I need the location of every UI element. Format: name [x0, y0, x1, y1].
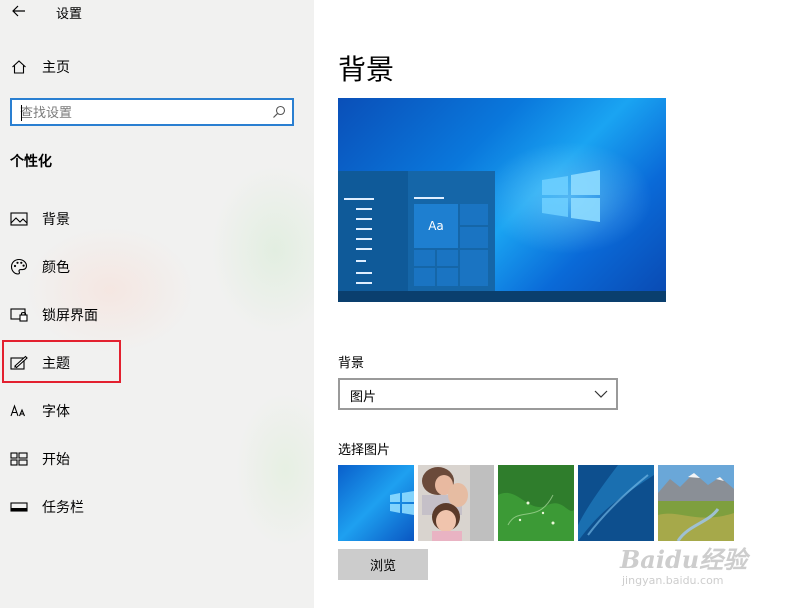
thumbnail-mountain-valley[interactable] — [658, 465, 734, 541]
watermark-logo-text: Baidu经验 — [620, 545, 748, 574]
preview-tile — [414, 268, 435, 286]
sidebar-item-themes[interactable]: 主题 — [0, 343, 314, 383]
preview-group-header — [414, 197, 444, 199]
palette-icon — [10, 258, 28, 276]
preview-start-menu: Aa — [338, 171, 495, 291]
app-title: 设置 — [56, 7, 83, 22]
sidebar-item-label: 背景 — [42, 212, 70, 228]
search-box[interactable] — [10, 98, 294, 126]
select-value: 图片 — [350, 390, 377, 405]
browse-button[interactable]: 浏览 — [338, 549, 428, 580]
thumbnail-green-aerial[interactable] — [498, 465, 574, 541]
text-caret — [21, 105, 22, 121]
windows-logo-icon — [542, 170, 600, 222]
font-icon — [10, 402, 28, 420]
theme-brush-icon — [10, 354, 28, 372]
section-title: 个性化 — [10, 154, 52, 170]
sidebar-item-label: 开始 — [42, 452, 70, 468]
picture-icon — [10, 210, 28, 228]
preview-tile-aa: Aa — [414, 204, 458, 248]
preview-tile — [437, 268, 458, 286]
preview-list-lines — [344, 198, 374, 284]
preview-tile — [414, 250, 435, 266]
preview-tile — [460, 250, 488, 286]
home-icon — [10, 58, 28, 76]
preview-tile-text: Aa — [428, 219, 444, 233]
sidebar-item-label: 主题 — [42, 356, 70, 372]
sidebar: 设置 主页 个性化 背景 — [0, 0, 314, 608]
sidebar-item-colors[interactable]: 颜色 — [0, 247, 314, 287]
preview-tile — [437, 250, 458, 266]
watermark: Baidu经验 jingyan.baidu.com — [612, 540, 772, 600]
page-title: 背景 — [338, 53, 395, 86]
back-button[interactable] — [8, 0, 30, 22]
main-content: 背景 Aa 背景 图片 选择图片 浏览 Baidu经验 jingyan.baid… — [314, 0, 800, 608]
preview-tile — [460, 204, 488, 225]
title-bar: 设置 — [0, 0, 314, 24]
thumbnail-child-photo[interactable] — [418, 465, 494, 541]
preview-app-list — [338, 171, 408, 291]
background-type-label: 背景 — [338, 356, 365, 371]
lock-screen-icon — [10, 306, 28, 324]
background-preview: Aa — [338, 98, 666, 302]
choose-picture-label: 选择图片 — [338, 443, 391, 458]
thumbnail-windows-blue[interactable] — [338, 465, 414, 541]
search-input[interactable] — [20, 103, 270, 123]
back-arrow-icon — [12, 5, 25, 17]
preview-tiles: Aa — [414, 204, 488, 286]
sidebar-item-fonts[interactable]: 字体 — [0, 391, 314, 431]
preview-tile — [460, 227, 488, 248]
watermark-url: jingyan.baidu.com — [622, 574, 724, 587]
sidebar-item-label: 颜色 — [42, 260, 70, 276]
sidebar-item-background[interactable]: 背景 — [0, 199, 314, 239]
search-icon[interactable] — [272, 105, 286, 119]
sidebar-item-label: 任务栏 — [42, 500, 84, 516]
sidebar-item-label: 主页 — [42, 60, 70, 76]
sidebar-item-home[interactable]: 主页 — [0, 47, 314, 87]
start-tiles-icon — [10, 450, 28, 468]
sidebar-item-label: 字体 — [42, 404, 70, 420]
sidebar-item-label: 锁屏界面 — [42, 308, 98, 324]
background-type-select[interactable]: 图片 — [338, 378, 618, 410]
preview-taskbar — [338, 291, 666, 302]
sidebar-item-lock-screen[interactable]: 锁屏界面 — [0, 295, 314, 335]
thumbnail-blue-ocean[interactable] — [578, 465, 654, 541]
sidebar-item-start[interactable]: 开始 — [0, 439, 314, 479]
chevron-down-icon — [594, 390, 608, 398]
taskbar-icon — [10, 498, 28, 516]
sidebar-item-taskbar[interactable]: 任务栏 — [0, 487, 314, 527]
